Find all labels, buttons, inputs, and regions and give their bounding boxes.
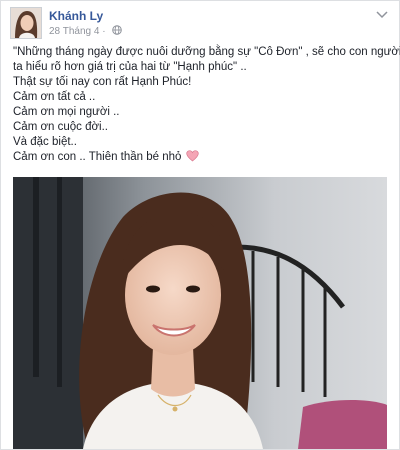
post-line: Cảm ơn tất cả .. [13,91,96,103]
post-line: Cảm ơn mọi người .. [13,106,120,118]
post-line: Cảm ơn cuộc đời.. [13,121,108,133]
avatar[interactable] [10,7,42,39]
chevron-down-icon[interactable] [375,7,389,19]
globe-icon[interactable] [112,25,123,38]
author-name[interactable]: Khánh Ly [49,9,103,23]
heart-icon [185,150,199,167]
post-line: Cảm ơn con .. Thiên thần bé nhỏ [13,151,182,163]
post-line: Và đặc biệt.. [13,136,77,148]
post-line-last: Cảm ơn con .. Thiên thần bé nhỏ [13,150,385,167]
post-meta: 28 Tháng 4 · [49,25,123,38]
post-line: Thật sự tối nay con rất Hạnh Phúc! [13,76,192,88]
meta-separator: · [102,26,106,37]
post-photo[interactable] [13,177,387,449]
facebook-post: Khánh Ly 28 Tháng 4 · "Những tháng ngày … [0,0,400,450]
post-line: ta hiểu rõ hơn giá trị của hai từ "Hạnh … [13,61,247,73]
post-date[interactable]: 28 Tháng 4 [49,26,99,37]
post-line: "Những tháng ngày được nuôi dưỡng bằng s… [13,46,400,58]
post-text: "Những tháng ngày được nuôi dưỡng bằng s… [13,45,400,167]
